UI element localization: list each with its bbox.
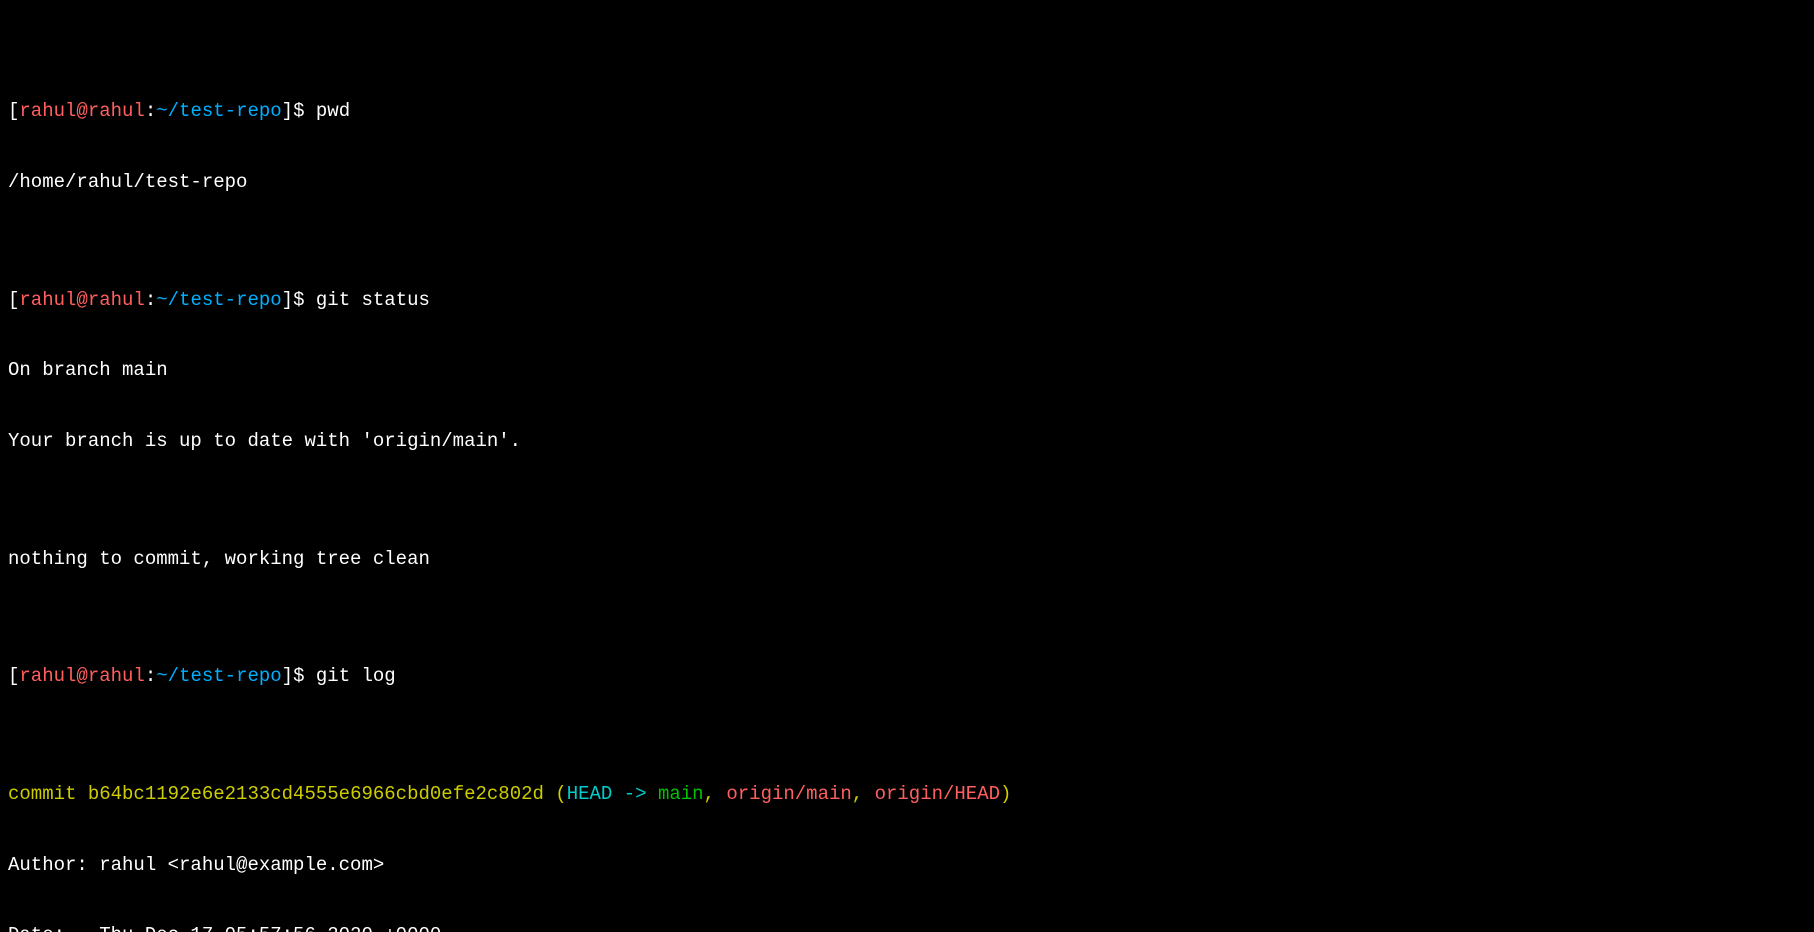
prompt-colon: : (145, 100, 156, 122)
output-line: Your branch is up to date with 'origin/m… (8, 430, 1806, 454)
bracket-close: ] (282, 100, 293, 122)
prompt-at: @ (76, 100, 87, 122)
commit-hash: b64bc1192e6e2133cd4555e6966cbd0efe2c802d (88, 783, 544, 805)
ref-origin-main: origin/main (726, 783, 851, 805)
command-text: git status (316, 289, 430, 311)
command-text: pwd (316, 100, 350, 122)
output-line: /home/rahul/test-repo (8, 171, 1806, 195)
prompt-line: [rahul@rahul:~/test-repo]$ pwd (8, 100, 1806, 124)
prompt-host: rahul (88, 100, 145, 122)
terminal[interactable]: [rahul@rahul:~/test-repo]$ pwd /home/rah… (0, 0, 1814, 932)
command-text: git log (316, 665, 396, 687)
refs-sep: , (704, 783, 727, 805)
ref-origin-head: origin/HEAD (875, 783, 1000, 805)
ref-main: main (658, 783, 704, 805)
prompt-user: rahul (19, 100, 76, 122)
ref-head: HEAD -> (567, 783, 658, 805)
commit-line: commit b64bc1192e6e2133cd4555e6966cbd0ef… (8, 783, 1806, 807)
prompt-line: [rahul@rahul:~/test-repo]$ git status (8, 289, 1806, 313)
commit-prefix: commit (8, 783, 88, 805)
refs-sep: , (852, 783, 875, 805)
output-line: On branch main (8, 359, 1806, 383)
output-line: nothing to commit, working tree clean (8, 548, 1806, 572)
prompt-path: ~/test-repo (156, 100, 281, 122)
bracket-open: [ (8, 100, 19, 122)
commit-author: Author: rahul <rahul@example.com> (8, 854, 1806, 878)
commit-date: Date: Thu Dec 17 05:57:56 2020 +0000 (8, 924, 1806, 932)
refs-open: ( (544, 783, 567, 805)
refs-close: ) (1000, 783, 1011, 805)
prompt-dollar: $ (293, 100, 316, 122)
prompt-line: [rahul@rahul:~/test-repo]$ git log (8, 665, 1806, 689)
